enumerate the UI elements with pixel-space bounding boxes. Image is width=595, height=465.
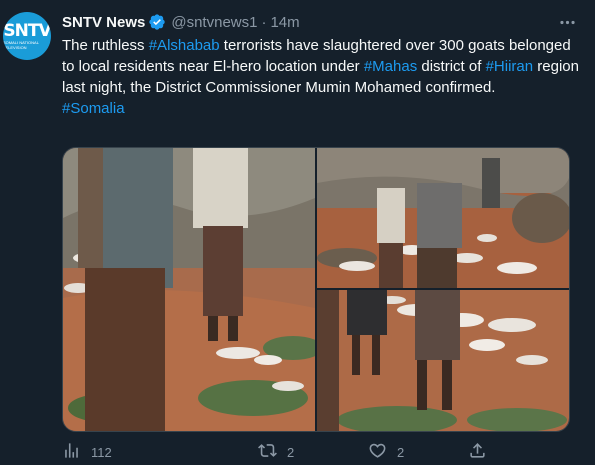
retweets-count: 2 bbox=[287, 444, 295, 460]
tweet-text: The ruthless #Alshabab terrorists have s… bbox=[62, 35, 582, 119]
verified-icon bbox=[148, 13, 166, 31]
tweet-timestamp[interactable]: 14m bbox=[270, 14, 299, 31]
avatar[interactable]: SNTV SOMALI NATIONAL TELEVISION bbox=[3, 12, 51, 60]
media-grid bbox=[62, 147, 570, 432]
photo-left[interactable] bbox=[63, 148, 315, 431]
hashtag-hiiran[interactable]: #Hiiran bbox=[486, 58, 534, 75]
more-options-icon[interactable] bbox=[553, 8, 581, 36]
retweet-action[interactable]: 2 bbox=[258, 440, 294, 464]
photo-bottom-right[interactable] bbox=[317, 290, 569, 431]
tweet-text-part: The ruthless bbox=[62, 37, 149, 54]
likes-count: 2 bbox=[397, 444, 405, 460]
photo-top-right[interactable] bbox=[317, 148, 569, 288]
share-icon bbox=[468, 441, 487, 463]
retweet-icon bbox=[258, 441, 277, 463]
avatar-logo-subtext: SOMALI NATIONAL TELEVISION bbox=[3, 39, 39, 50]
tweet-actions: 112 2 2 bbox=[62, 440, 568, 464]
hashtag-somalia[interactable]: #Somalia bbox=[62, 100, 125, 117]
account-handle[interactable]: @sntvnews1 bbox=[171, 14, 257, 31]
like-action[interactable]: 2 bbox=[368, 440, 404, 464]
views-count: 112 bbox=[91, 444, 112, 460]
analytics-icon bbox=[62, 441, 81, 463]
views-action[interactable]: 112 bbox=[62, 440, 112, 464]
tweet[interactable]: SNTV SOMALI NATIONAL TELEVISION SNTV New… bbox=[0, 0, 595, 465]
hashtag-mahas[interactable]: #Mahas bbox=[364, 58, 417, 75]
hashtag-alshabab[interactable]: #Alshabab bbox=[149, 37, 220, 54]
separator-dot: · bbox=[261, 13, 267, 31]
tweet-text-part: district of bbox=[417, 58, 486, 75]
tweet-header: SNTV News @sntvnews1 · 14m bbox=[62, 12, 300, 32]
avatar-logo-text: SNTV bbox=[3, 20, 51, 41]
account-name[interactable]: SNTV News bbox=[62, 14, 145, 31]
heart-icon bbox=[368, 441, 387, 463]
share-action[interactable] bbox=[468, 440, 487, 464]
